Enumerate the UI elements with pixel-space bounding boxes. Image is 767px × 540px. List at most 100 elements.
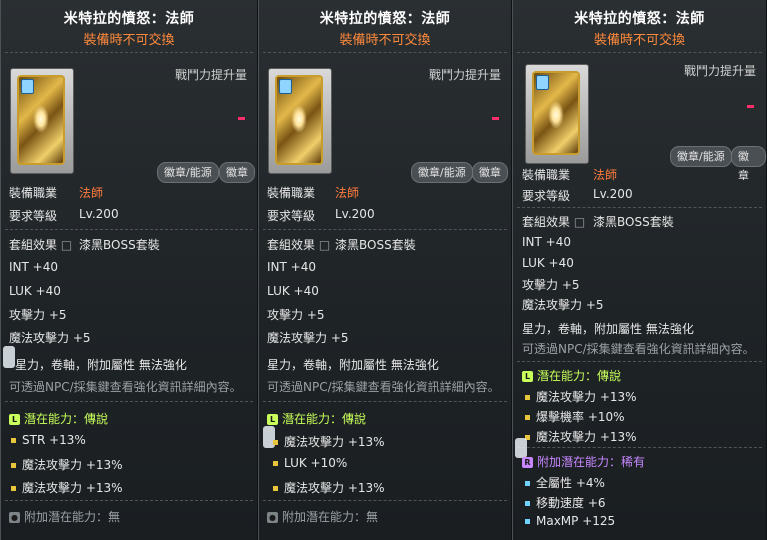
bullet-icon [525,395,530,400]
level-value: Lv.200 [335,207,375,221]
divider [517,361,762,362]
divider [5,52,253,53]
level-label: 要求等級 [9,209,58,223]
bullet-icon [273,440,278,445]
set-label: 套組效果 [267,238,316,252]
rare-icon: R [522,457,533,468]
divider [517,207,762,208]
bonus-potential-label: 附加潛在能力：無 [282,510,379,524]
tag-badge-energy: 徽章/能源 [157,162,219,183]
stat-line: 攻擊力 +5 [9,308,67,322]
divider [5,401,253,402]
bullet-icon [273,486,278,491]
lock-icon: □ [573,215,586,229]
divider [263,229,507,230]
tag-badge-energy: 徽章/能源 [411,162,473,183]
emblem-icon [17,75,65,165]
bonus-potential-icon: ● [267,512,278,523]
bullet-icon [11,438,16,443]
lock-icon: □ [60,238,73,252]
set-value: 漆黑BOSS套裝 [335,238,416,252]
badge-icon [21,79,34,94]
bullet-icon [273,461,278,466]
legendary-icon: L [267,414,278,425]
power-change-indicator [492,117,499,120]
enhance-hint: 可透過NPC/採集鍵查看強化資訊詳細內容。 [267,380,500,394]
job-value: 法師 [79,186,104,200]
stat-line: 攻擊力 +5 [267,308,325,322]
item-icon-frame [268,68,332,174]
legendary-icon: L [522,371,533,382]
bonus-potential-icon: ● [9,512,20,523]
potential-line: 魔法攻擊力 +13% [536,390,637,404]
job-value: 法師 [593,168,618,182]
item-tooltip-1: 米特拉的憤怒：法師 裝備時不可交換 戰鬥力提升量 徽章/能源 徽章 裝備職業 法… [0,0,258,540]
divider [5,500,253,501]
set-value: 漆黑BOSS套裝 [593,215,674,229]
level-label: 要求等級 [522,189,571,203]
power-increase-label: 戰鬥力提升量 [428,68,501,82]
badge-icon [279,79,292,94]
item-title: 米特拉的憤怒：法師 [63,11,195,27]
level-value: Lv.200 [79,207,119,221]
set-label: 套組效果 [9,238,58,252]
power-change-indicator [238,117,245,120]
job-label: 裝備職業 [522,168,571,182]
potential-label: 潛在能力：傳說 [537,369,622,383]
job-value: 法師 [335,186,360,200]
stat-line: LUK +40 [522,256,574,270]
trade-note: 裝備時不可交換 [339,33,431,48]
trade-note: 裝備時不可交換 [83,33,175,48]
item-title: 米特拉的憤怒：法師 [574,11,705,27]
set-value: 漆黑BOSS套裝 [79,238,160,252]
level-value: Lv.200 [593,187,633,201]
potential-line: STR +13% [22,433,86,447]
potential-line: 魔法攻擊力 +13% [22,458,123,472]
divider [5,229,253,230]
stat-line: INT +40 [267,260,316,274]
potential-line: 魔法攻擊力 +13% [22,481,123,495]
tag-badge: 徽章 [731,146,766,182]
bullet-icon [525,481,530,486]
bonus-potential-label: 附加潛在能力：無 [24,510,121,524]
divider [517,447,762,448]
stat-line: LUK +40 [267,284,319,298]
item-tooltip-2: 米特拉的憤怒：法師 裝備時不可交換 戰鬥力提升量 徽章/能源 徽章 裝備職業 法… [258,0,512,540]
stat-line: 魔法攻擊力 +5 [522,298,604,312]
bullet-icon [11,463,16,468]
potential-line: LUK +10% [284,456,348,470]
potential-line: 魔法攻擊力 +13% [284,481,385,495]
stat-line: INT +40 [9,260,58,274]
bonus-potential-label: 附加潛在能力：稀有 [537,455,646,469]
enhance-text: 星力，卷軸，附加屬性 無法強化 [522,322,694,336]
potential-label: 潛在能力：傳說 [24,412,109,426]
trade-note: 裝備時不可交換 [593,33,685,48]
bonus-line: 移動速度 +6 [536,496,606,510]
potential-label: 潛在能力：傳說 [282,412,367,426]
legendary-icon: L [9,414,20,425]
badge-icon [536,75,549,90]
lock-icon: □ [318,238,331,252]
power-increase-label: 戰鬥力提升量 [683,64,756,78]
bullet-icon [525,415,530,420]
stat-line: LUK +40 [9,284,61,298]
enhance-hint: 可透過NPC/採集鍵查看強化資訊詳細內容。 [9,380,242,394]
item-title: 米特拉的憤怒：法師 [319,11,451,27]
enhance-text: 星力，卷軸，附加屬性 無法強化 [267,358,439,372]
divider [263,401,507,402]
potential-line: 爆擊機率 +10% [536,410,625,424]
power-change-indicator [747,105,754,108]
item-tooltip-3: 米特拉的憤怒：法師 裝備時不可交換 戰鬥力提升量 徽章/能源 徽章 裝備職業 法… [512,0,767,540]
stat-line: 攻擊力 +5 [522,278,580,292]
bullet-icon [525,519,530,524]
potential-line: 魔法攻擊力 +13% [284,435,385,449]
bullet-icon [525,501,530,506]
cursor-ghost-icon [3,346,15,368]
emblem-icon [532,71,580,155]
set-label: 套組效果 [522,215,571,229]
stat-line: 魔法攻擊力 +5 [267,331,349,345]
divider [517,52,762,53]
stat-line: INT +40 [522,235,571,249]
tag-badge: 徽章 [472,162,508,183]
item-icon-frame [10,68,74,174]
